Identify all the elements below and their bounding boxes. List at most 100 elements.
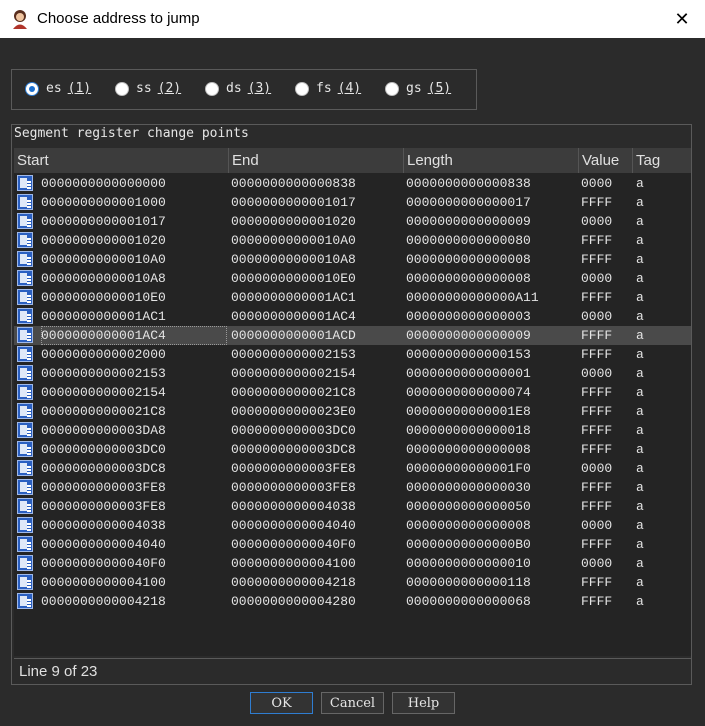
radio-gs[interactable]: gs (5) xyxy=(385,81,451,96)
cell-value: FFFF xyxy=(581,442,613,457)
cell-value: 0000 xyxy=(581,366,613,381)
table-row[interactable]: 00000000000021C8 00000000000023E0 00000000… xyxy=(14,402,691,421)
cell-start: 0000000000002000 xyxy=(41,347,166,362)
cell-start: 0000000000001AC4 xyxy=(41,326,227,345)
table-row[interactable]: 00000000000040F0 0000000000004100 00000000… xyxy=(14,554,691,573)
cell-start: 0000000000002154 xyxy=(41,385,166,400)
cell-end: 0000000000001017 xyxy=(231,195,356,210)
radio-label-ss: ss xyxy=(136,81,152,96)
cell-tag: a xyxy=(636,214,644,229)
segment-table-panel: Segment register change points Start End… xyxy=(11,124,692,685)
cell-start: 0000000000004218 xyxy=(41,594,166,609)
cell-end: 0000000000003FE8 xyxy=(231,480,356,495)
help-button[interactable]: Help xyxy=(392,692,455,714)
cell-tag: a xyxy=(636,366,644,381)
column-header-end[interactable]: End xyxy=(229,148,404,173)
cell-start: 00000000000040F0 xyxy=(41,556,166,571)
segment-row-icon xyxy=(17,175,33,191)
status-line: Line 9 of 23 xyxy=(14,658,691,684)
table-row[interactable]: 0000000000004040 00000000000040F0 00000000… xyxy=(14,535,691,554)
radio-key-gs: (5) xyxy=(427,81,452,96)
radio-button-fs[interactable] xyxy=(295,81,309,96)
segment-table[interactable]: Start End Length Value Tag 0000000000000… xyxy=(14,148,691,656)
table-row[interactable]: 0000000000002000 0000000000002153 00000000… xyxy=(14,345,691,364)
table-row[interactable]: 0000000000003DA8 0000000000003DC0 00000000… xyxy=(14,421,691,440)
cell-length: 00000000000001E8 xyxy=(406,404,531,419)
column-header-tag[interactable]: Tag xyxy=(633,148,691,173)
cell-end: 0000000000004038 xyxy=(231,499,356,514)
cell-end: 00000000000010E0 xyxy=(231,271,356,286)
cell-tag: a xyxy=(636,385,644,400)
ok-button-label: OK xyxy=(271,695,292,711)
column-header-length[interactable]: Length xyxy=(404,148,579,173)
cell-value: FFFF xyxy=(581,499,613,514)
table-row[interactable]: 00000000000010A0 00000000000010A8 00000000… xyxy=(14,250,691,269)
table-row[interactable]: 0000000000001017 0000000000001020 00000000… xyxy=(14,212,691,231)
cell-length: 0000000000000018 xyxy=(406,423,531,438)
cell-start: 0000000000004100 xyxy=(41,575,166,590)
cell-tag: a xyxy=(636,594,644,609)
table-row[interactable]: 00000000000010E0 0000000000001AC1 00000000… xyxy=(14,288,691,307)
cell-tag: a xyxy=(636,290,644,305)
table-row[interactable]: 0000000000001020 00000000000010A0 00000000… xyxy=(14,231,691,250)
radio-button-es[interactable] xyxy=(25,81,39,96)
cell-tag: a xyxy=(636,461,644,476)
radio-label-gs: gs xyxy=(406,81,422,96)
cancel-button-label: Cancel xyxy=(329,695,376,711)
cell-start: 00000000000021C8 xyxy=(41,404,166,419)
table-row[interactable]: 00000000000010A8 00000000000010E0 00000000… xyxy=(14,269,691,288)
cell-length: 0000000000000017 xyxy=(406,195,531,210)
cell-value: 0000 xyxy=(581,518,613,533)
cell-end: 0000000000003DC8 xyxy=(231,442,356,457)
segment-row-icon xyxy=(17,365,33,381)
cell-start: 0000000000003FE8 xyxy=(41,480,166,495)
table-row[interactable]: 0000000000003DC8 0000000000003FE8 00000000… xyxy=(14,459,691,478)
radio-label-es: es xyxy=(46,81,62,96)
radio-button-ss[interactable] xyxy=(115,81,129,96)
cell-end: 0000000000001ACD xyxy=(231,328,356,343)
radio-es[interactable]: es (1) xyxy=(25,81,91,96)
cell-tag: a xyxy=(636,423,644,438)
table-row[interactable]: 0000000000003FE8 0000000000003FE8 00000000… xyxy=(14,478,691,497)
cell-end: 0000000000002154 xyxy=(231,366,356,381)
table-row[interactable]: 0000000000001000 0000000000001017 00000000… xyxy=(14,193,691,212)
cell-end: 0000000000001AC1 xyxy=(231,290,356,305)
cell-tag: a xyxy=(636,233,644,248)
cell-start: 0000000000003FE8 xyxy=(41,499,166,514)
table-row[interactable]: 0000000000002154 00000000000021C8 00000000… xyxy=(14,383,691,402)
table-row[interactable]: 0000000000002153 0000000000002154 00000000… xyxy=(14,364,691,383)
close-icon[interactable]: ✕ xyxy=(659,0,705,38)
ok-button[interactable]: OK xyxy=(250,692,313,714)
cell-tag: a xyxy=(636,347,644,362)
table-row[interactable]: 0000000000003DC0 0000000000003DC8 00000000… xyxy=(14,440,691,459)
table-row[interactable]: 0000000000004218 0000000000004280 00000000… xyxy=(14,592,691,611)
table-row[interactable]: 0000000000004038 0000000000004040 00000000… xyxy=(14,516,691,535)
radio-ds[interactable]: ds (3) xyxy=(205,81,271,96)
cell-tag: a xyxy=(636,404,644,419)
table-row[interactable]: 0000000000004100 0000000000004218 00000000… xyxy=(14,573,691,592)
segment-row-icon xyxy=(17,270,33,286)
cell-end: 00000000000010A8 xyxy=(231,252,356,267)
cell-tag: a xyxy=(636,575,644,590)
table-row[interactable]: 0000000000000000 0000000000000838 00000000… xyxy=(14,174,691,193)
cancel-button[interactable]: Cancel xyxy=(321,692,384,714)
table-row[interactable]: 0000000000001AC1 0000000000001AC4 00000000… xyxy=(14,307,691,326)
radio-ss[interactable]: ss (2) xyxy=(115,81,181,96)
cell-length: 0000000000000003 xyxy=(406,309,531,324)
cell-tag: a xyxy=(636,195,644,210)
radio-button-gs[interactable] xyxy=(385,81,399,96)
table-row[interactable]: 0000000000001AC4 0000000000001ACD 00000000… xyxy=(14,326,691,345)
cell-tag: a xyxy=(636,480,644,495)
radio-fs[interactable]: fs (4) xyxy=(295,81,361,96)
cell-tag: a xyxy=(636,537,644,552)
cell-tag: a xyxy=(636,442,644,457)
column-header-value[interactable]: Value xyxy=(579,148,633,173)
table-row[interactable]: 0000000000003FE8 0000000000004038 00000000… xyxy=(14,497,691,516)
cell-value: 0000 xyxy=(581,461,613,476)
radio-button-ds[interactable] xyxy=(205,81,219,96)
cell-value: 0000 xyxy=(581,271,613,286)
cell-length: 0000000000000838 xyxy=(406,176,531,191)
segment-row-icon xyxy=(17,498,33,514)
column-header-start[interactable]: Start xyxy=(14,148,229,173)
radio-label-fs: fs xyxy=(316,81,332,96)
